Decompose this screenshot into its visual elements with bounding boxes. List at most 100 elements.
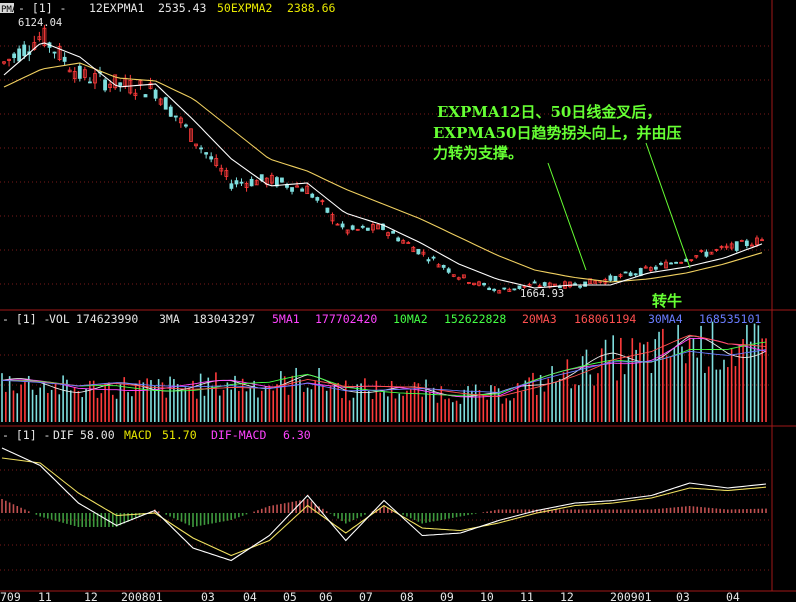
candle-body bbox=[143, 94, 148, 98]
indicator-name: PMA bbox=[1, 5, 18, 15]
ema12-value: 2535.43 bbox=[158, 1, 207, 15]
candle-body bbox=[325, 207, 330, 213]
x-tick-label: 03 bbox=[676, 590, 690, 602]
macd-label: MACD bbox=[124, 428, 152, 442]
ema50-label: 50EXPMA2 bbox=[217, 1, 272, 15]
candle-body bbox=[734, 241, 739, 251]
candle-body bbox=[184, 124, 188, 127]
ma2-value: 177702420 bbox=[315, 312, 377, 326]
macd-panel-marker: - [1] - bbox=[2, 428, 50, 442]
x-tick-label: 04 bbox=[243, 590, 257, 602]
candle-body bbox=[669, 262, 673, 265]
candle-body bbox=[199, 147, 203, 150]
ma2-label: 5MA1 bbox=[272, 312, 300, 326]
candle-body bbox=[391, 230, 396, 234]
x-tick-label: 200801 bbox=[121, 590, 163, 602]
ma5-label: 30MA4 bbox=[648, 312, 683, 326]
candle-body bbox=[542, 282, 547, 286]
candle-body bbox=[416, 248, 421, 255]
candle-body bbox=[633, 273, 638, 276]
candle-body bbox=[22, 44, 27, 57]
macd-value: 51.70 bbox=[162, 428, 197, 442]
candle-body bbox=[492, 288, 497, 291]
candle-body bbox=[118, 82, 123, 86]
x-tick-label: 03 bbox=[201, 590, 215, 602]
x-tick-label: 07 bbox=[359, 590, 373, 602]
candle-body bbox=[674, 261, 678, 264]
stock-chart: PMA - [1] - 12EXPMA1 2535.43 50EXPMA2 23… bbox=[0, 0, 796, 602]
x-tick-label: 11 bbox=[520, 590, 534, 602]
ma3-value: 152622828 bbox=[444, 312, 506, 326]
candle-body bbox=[77, 65, 82, 79]
x-tick-label: 08 bbox=[400, 590, 414, 602]
candle-body bbox=[628, 272, 633, 277]
candle-body bbox=[88, 81, 92, 84]
price-panel-marker: - [1] - bbox=[18, 1, 66, 15]
candle-body bbox=[512, 288, 517, 291]
candle-body bbox=[583, 281, 588, 287]
ema50-value: 2388.66 bbox=[287, 1, 336, 15]
candle-body bbox=[482, 283, 486, 286]
candle-body bbox=[431, 256, 436, 259]
hist-label: DIF-MACD bbox=[211, 428, 266, 442]
x-tick-label: 200901 bbox=[610, 590, 652, 602]
candle-body bbox=[704, 251, 709, 257]
candle-body bbox=[290, 187, 294, 192]
candle-body bbox=[249, 178, 254, 187]
candle-body bbox=[396, 237, 401, 242]
candle-body bbox=[744, 240, 749, 247]
ma3-label: 10MA2 bbox=[393, 312, 428, 326]
candle-body bbox=[300, 188, 305, 192]
candle-body bbox=[487, 287, 492, 291]
candle-body bbox=[234, 180, 239, 185]
candle-body bbox=[163, 97, 168, 110]
annotation-line-1: EXPMA12日、50日线金叉后， bbox=[437, 103, 661, 121]
candle-body bbox=[350, 225, 355, 230]
candle-body bbox=[315, 197, 320, 201]
candle-body bbox=[239, 181, 244, 184]
candle-body bbox=[502, 287, 507, 290]
ma5-value: 168535101 bbox=[699, 312, 761, 326]
candle-body bbox=[17, 48, 22, 62]
ma4-value: 168061194 bbox=[574, 312, 636, 326]
high-price-label: 6124.04 bbox=[18, 17, 62, 29]
x-tick-label: 04 bbox=[726, 590, 740, 602]
turn-bull-label: 转牛 bbox=[652, 292, 682, 310]
x-tick-label: 10 bbox=[480, 590, 494, 602]
candle-body bbox=[659, 262, 663, 265]
candle-body bbox=[653, 266, 658, 270]
x-tick-label: 05 bbox=[283, 590, 297, 602]
candle-body bbox=[280, 177, 284, 183]
ema12-label: 12EXPMA1 bbox=[89, 1, 144, 15]
candle-body bbox=[173, 115, 178, 118]
x-tick-label: 06 bbox=[319, 590, 333, 602]
volume-panel-marker: - [1] - bbox=[2, 312, 50, 326]
vol-value: 174623990 bbox=[76, 312, 138, 326]
ma1-label: 3MA bbox=[159, 312, 180, 326]
dif-label: DIF bbox=[53, 428, 74, 442]
candle-body bbox=[62, 56, 67, 62]
annotation-line-3: 力转为支撑。 bbox=[433, 144, 523, 162]
candle-body bbox=[360, 225, 365, 228]
candle-body bbox=[229, 183, 234, 189]
candle-body bbox=[623, 271, 628, 274]
x-tick-label: 11 bbox=[38, 590, 52, 602]
candle-body bbox=[446, 268, 451, 273]
candle-body bbox=[52, 51, 57, 54]
candle-body bbox=[103, 79, 107, 91]
candle-body bbox=[310, 193, 315, 198]
ma4-label: 20MA3 bbox=[522, 312, 557, 326]
x-tick-label: 709 bbox=[0, 590, 21, 602]
candle-body bbox=[441, 264, 446, 268]
candle-body bbox=[204, 152, 209, 155]
x-tick-label: 12 bbox=[84, 590, 98, 602]
low-price-label: 1664.93 bbox=[520, 288, 564, 300]
candle-body bbox=[638, 268, 643, 276]
candle-body bbox=[168, 106, 173, 117]
candle-body bbox=[578, 285, 582, 288]
candle-body bbox=[12, 53, 17, 59]
candle-body bbox=[274, 177, 279, 187]
hist-value: 6.30 bbox=[283, 428, 311, 442]
candle-body bbox=[340, 223, 345, 228]
candle-body bbox=[608, 275, 613, 281]
